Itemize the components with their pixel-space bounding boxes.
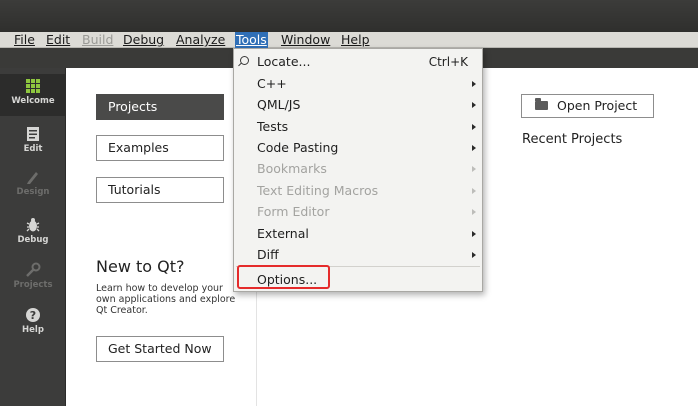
menu-build[interactable]: Build <box>82 32 113 48</box>
submenu-arrow-icon <box>472 124 476 130</box>
menu-debug[interactable]: Debug <box>123 32 164 48</box>
submenu-arrow-icon <box>472 188 476 194</box>
mode-sidebar: Welcome Edit Design Debug Projects ? Hel… <box>0 68 66 406</box>
title-bar <box>0 0 698 32</box>
menu-item-tests[interactable]: Tests <box>234 116 482 138</box>
submenu-arrow-icon <box>472 145 476 151</box>
menu-analyze[interactable]: Analyze <box>176 32 225 48</box>
submenu-arrow-icon <box>472 166 476 172</box>
menu-item-code-pasting[interactable]: Code Pasting <box>234 137 482 159</box>
menu-item-text-editing-macros[interactable]: Text Editing Macros <box>234 180 482 202</box>
submenu-arrow-icon <box>472 209 476 215</box>
get-started-button[interactable]: Get Started Now <box>96 336 224 362</box>
menu-item-external[interactable]: External <box>234 223 482 245</box>
submenu-arrow-icon <box>472 81 476 87</box>
open-project-button[interactable]: Open Project <box>521 94 654 118</box>
folder-icon <box>535 98 548 110</box>
help-icon: ? <box>26 308 40 322</box>
mode-projects[interactable]: Projects <box>0 262 66 290</box>
menu-item-qml[interactable]: QML/JS <box>234 94 482 116</box>
mode-design[interactable]: Design <box>0 169 66 197</box>
mode-edit[interactable]: Edit <box>0 126 66 154</box>
menu-help[interactable]: Help <box>341 32 370 48</box>
recent-projects-heading: Recent Projects <box>522 132 623 147</box>
options-callout-highlight <box>237 265 330 289</box>
pencil-icon <box>27 172 38 184</box>
projects-button[interactable]: Projects <box>96 94 224 120</box>
locate-shortcut: Ctrl+K <box>428 55 468 69</box>
submenu-arrow-icon <box>472 231 476 237</box>
mode-label-edit: Edit <box>23 144 43 154</box>
qt-creator-window: File Edit Build Debug Analyze Tools Wind… <box>0 0 698 406</box>
menu-item-form-editor[interactable]: Form Editor <box>234 201 482 223</box>
wrench-icon <box>26 262 41 277</box>
mode-label-help: Help <box>22 325 44 335</box>
menu-item-bookmarks[interactable]: Bookmarks <box>234 158 482 180</box>
mode-label-projects: Projects <box>13 280 53 290</box>
new-to-qt-heading: New to Qt? <box>96 257 185 276</box>
submenu-arrow-icon <box>472 252 476 258</box>
menu-tools[interactable]: Tools <box>235 32 268 48</box>
search-icon <box>240 56 249 65</box>
mode-label-welcome: Welcome <box>11 96 55 106</box>
mode-welcome[interactable]: Welcome <box>0 74 66 116</box>
mode-label-debug: Debug <box>17 235 49 245</box>
new-to-qt-description: Learn how to develop your own applicatio… <box>96 283 236 316</box>
menu-item-diff[interactable]: Diff <box>234 244 482 266</box>
menu-bar: File Edit Build Debug Analyze Tools Wind… <box>0 32 698 48</box>
menu-item-cpp[interactable]: C++ <box>234 73 482 95</box>
mode-label-design: Design <box>16 187 50 197</box>
menu-file[interactable]: File <box>14 32 35 48</box>
submenu-arrow-icon <box>472 102 476 108</box>
grid-icon <box>26 79 40 93</box>
tools-menu-dropdown: Locate... Ctrl+K C++ QML/JS Tests Code P… <box>233 48 483 292</box>
document-icon <box>27 127 39 141</box>
mode-debug[interactable]: Debug <box>0 217 66 245</box>
mode-help[interactable]: ? Help <box>0 307 66 335</box>
examples-button[interactable]: Examples <box>96 135 224 161</box>
tutorials-button[interactable]: Tutorials <box>96 177 224 203</box>
menu-edit[interactable]: Edit <box>46 32 70 48</box>
menu-item-locate[interactable]: Locate... Ctrl+K <box>234 51 482 73</box>
svg-text:?: ? <box>30 309 36 322</box>
menu-window[interactable]: Window <box>281 32 330 48</box>
bug-icon <box>26 218 40 232</box>
